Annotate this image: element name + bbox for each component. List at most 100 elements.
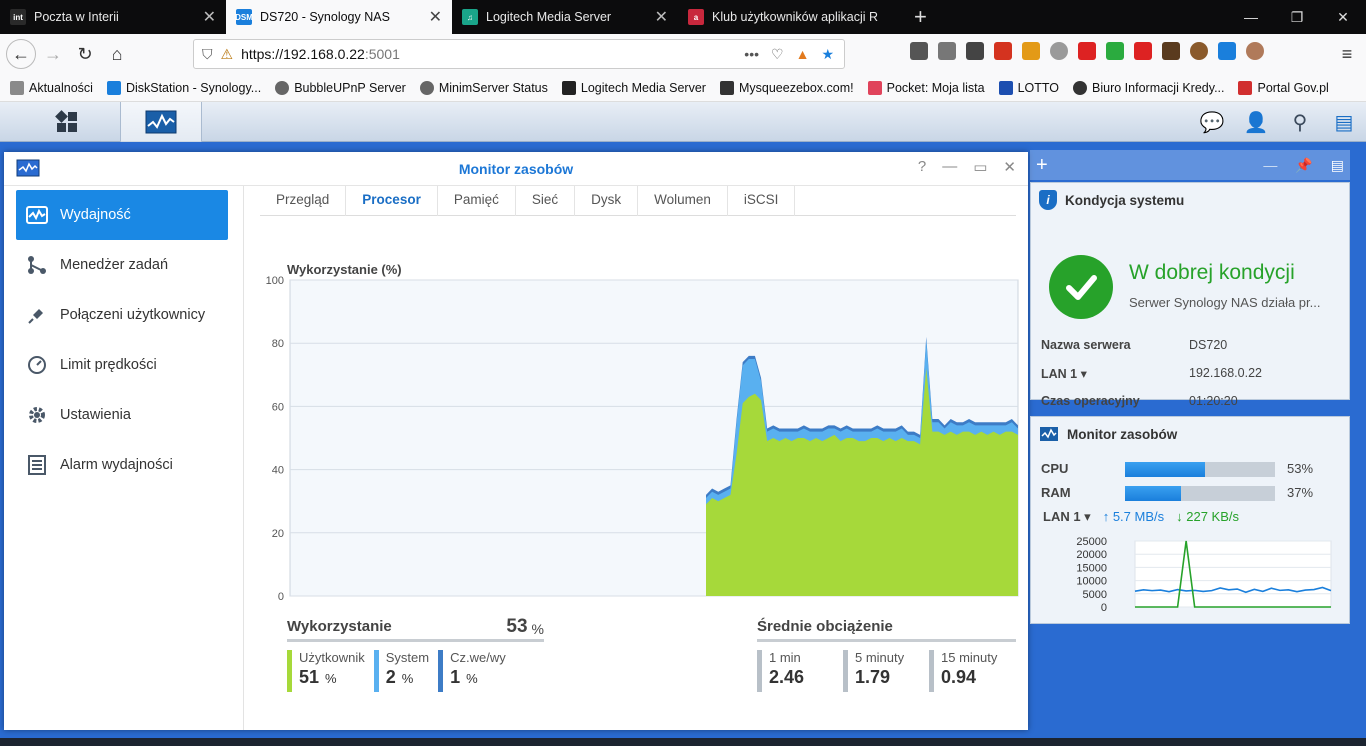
help-icon[interactable]: ? [918,158,926,176]
cookie-icon[interactable] [1190,42,1208,60]
home-button[interactable]: ⌂ [102,39,132,69]
user-icon[interactable]: 👤 [1234,102,1278,142]
load-values: 1 min 2.46 5 minuty 1.79 15 minuty 0.94 [757,650,1016,692]
tab-iscsi[interactable]: iSCSI [728,186,796,216]
maximize-icon[interactable]: ▭ [973,158,987,176]
toolbar-icons [910,42,1264,60]
performance-icon [26,204,48,226]
load-average: Średnie obciążenie 1 min 2.46 5 minuty 1… [757,614,1016,692]
t-extension-icon[interactable] [994,42,1012,60]
add-widget-icon[interactable]: + [1036,154,1048,177]
browser-tab[interactable]: int Poczta w Interii ✕ [0,0,226,34]
tab-overview[interactable]: Przegląd [260,186,347,216]
sidebar-item-task-manager[interactable]: Menedżer zadań [16,240,228,290]
window-sidebar: Wydajność Menedżer zadań Połączeni użytk… [4,186,244,730]
minimize-window-icon[interactable]: — [1228,9,1274,25]
page-actions-icon[interactable]: ••• [744,46,759,63]
avatar-icon[interactable] [1246,42,1264,60]
ram-bar [1125,486,1275,501]
menu-icon[interactable]: ≡ [1332,39,1362,69]
url-host: https://192.168.0.22 [241,46,365,62]
bookmark-item[interactable]: BubbleUPnP Server [275,80,406,95]
sidebar-icon[interactable] [938,42,956,60]
search-icon[interactable]: ⚲ [1278,102,1322,142]
bookmark-item[interactable]: Mysqueezebox.com! [719,80,854,95]
url-bar[interactable]: ⛉ ⚠ https://192.168.0.22:5001 ••• ♡ ▲ ★ [193,39,845,69]
close-icon[interactable]: ✕ [1003,158,1016,176]
chat-icon[interactable]: 💬 [1190,102,1234,142]
forward-button[interactable]: → [38,39,68,69]
shield-check-icon[interactable] [1106,42,1124,60]
browser-tab-title: Poczta w Interii [34,10,119,24]
s-blue-icon[interactable] [1218,42,1236,60]
task-manager-icon [26,254,48,276]
tab-cpu[interactable]: Procesor [346,186,438,216]
sidebar-item-performance-alarm[interactable]: Alarm wydajności [16,440,228,490]
close-window-icon[interactable]: ✕ [1320,9,1366,26]
sidebar-item-performance[interactable]: Wydajność [16,190,228,240]
tab-network[interactable]: Sieć [516,186,576,216]
sidebar-item-speed-limit[interactable]: Limit prędkości [16,340,228,390]
stat-unit: % [325,671,337,686]
widgets-toggle-icon[interactable]: ▤ [1322,102,1366,142]
s-extension-icon[interactable] [1078,42,1096,60]
usage-system: System 2% [373,650,429,692]
sidebar-item-label: Ustawienia [60,407,131,423]
pocket-icon[interactable]: ♡ [771,46,784,63]
extension-icon[interactable]: ▲ [796,46,810,63]
bookmark-star-icon[interactable]: ★ [821,46,834,63]
bookmark-item[interactable]: DiskStation - Synology... [106,80,261,95]
bookmark-item[interactable]: Portal Gov.pl [1238,80,1329,95]
bookmark-item[interactable]: Pocket: Moja lista [867,80,985,95]
bookmark-item[interactable]: Aktualności [10,80,93,95]
tab-volume[interactable]: Wolumen [638,186,728,216]
lan-selector[interactable]: LAN 1 ▾ [1043,509,1091,525]
kv-key[interactable]: LAN 1 ▾ [1041,366,1087,381]
puzzle-icon[interactable] [1022,42,1040,60]
dsm-icon [106,80,121,95]
window-title-bar[interactable]: Monitor zasobów ? — ▭ ✕ [4,152,1028,186]
widget-panel-icon[interactable]: ▤ [1331,157,1344,174]
resource-monitor-task-button[interactable] [120,102,202,142]
cpu-usage-chart: 0 20 40 60 80 100 [254,272,1024,603]
ram-percent: 37% [1287,485,1314,500]
back-button[interactable]: ← [6,39,36,69]
load-label: Średnie obciążenie [757,618,893,635]
kv-value: 01:20:20 [1189,394,1238,408]
usage-iowait: Cz.we/wy 1% [438,650,506,692]
lock-extension-icon[interactable] [1134,42,1152,60]
minimize-widgets-icon[interactable]: — [1263,157,1277,174]
sidebar-item-settings[interactable]: Ustawienia [16,390,228,440]
close-tab-icon[interactable]: ✕ [655,7,668,27]
usage-user: Użytkownik 51% [287,650,365,692]
tab-disk[interactable]: Dysk [575,186,639,216]
main-menu-button[interactable] [26,102,108,142]
insecure-lock-icon[interactable]: ⚠ [221,46,234,63]
bookmark-item[interactable]: Biuro Informacji Kredy... [1073,80,1224,95]
list-icon [26,454,48,476]
close-tab-icon[interactable]: ✕ [203,7,216,27]
sidebar-item-connected-users[interactable]: Połączeni użytkownicy [16,290,228,340]
browser-tab-active[interactable]: DSM DS720 - Synology NAS ✕ [226,0,452,34]
pin-icon[interactable]: 📌 [1295,157,1312,174]
extension-badge-icon[interactable] [966,42,984,60]
library-icon[interactable] [910,42,928,60]
bird-icon[interactable] [1162,42,1180,60]
tab-memory[interactable]: Pamięć [438,186,516,216]
minimize-icon[interactable]: — [942,158,957,176]
shield-icon[interactable]: ⛉ [202,46,213,63]
mini-y-tick-label: 15000 [1076,562,1107,574]
restore-window-icon[interactable]: ❐ [1274,9,1320,26]
browser-tab[interactable]: ♫ Logitech Media Server ✕ [452,0,678,34]
dsm-taskbar: 💬 👤 ⚲ ▤ [0,102,1366,142]
globe-icon[interactable] [1050,42,1068,60]
browser-tab-title: DS720 - Synology NAS [260,10,390,24]
bookmark-item[interactable]: MinimServer Status [419,80,548,95]
new-tab-button[interactable]: + [904,0,937,34]
close-tab-icon[interactable]: ✕ [429,7,442,27]
reload-button[interactable]: ↻ [70,39,100,69]
browser-tab[interactable]: a Klub użytkowników aplikacji R [678,0,904,34]
bookmark-item[interactable]: Logitech Media Server [561,80,706,95]
stat-label: Użytkownik [299,650,365,665]
bookmark-item[interactable]: LOTTO [998,80,1059,95]
